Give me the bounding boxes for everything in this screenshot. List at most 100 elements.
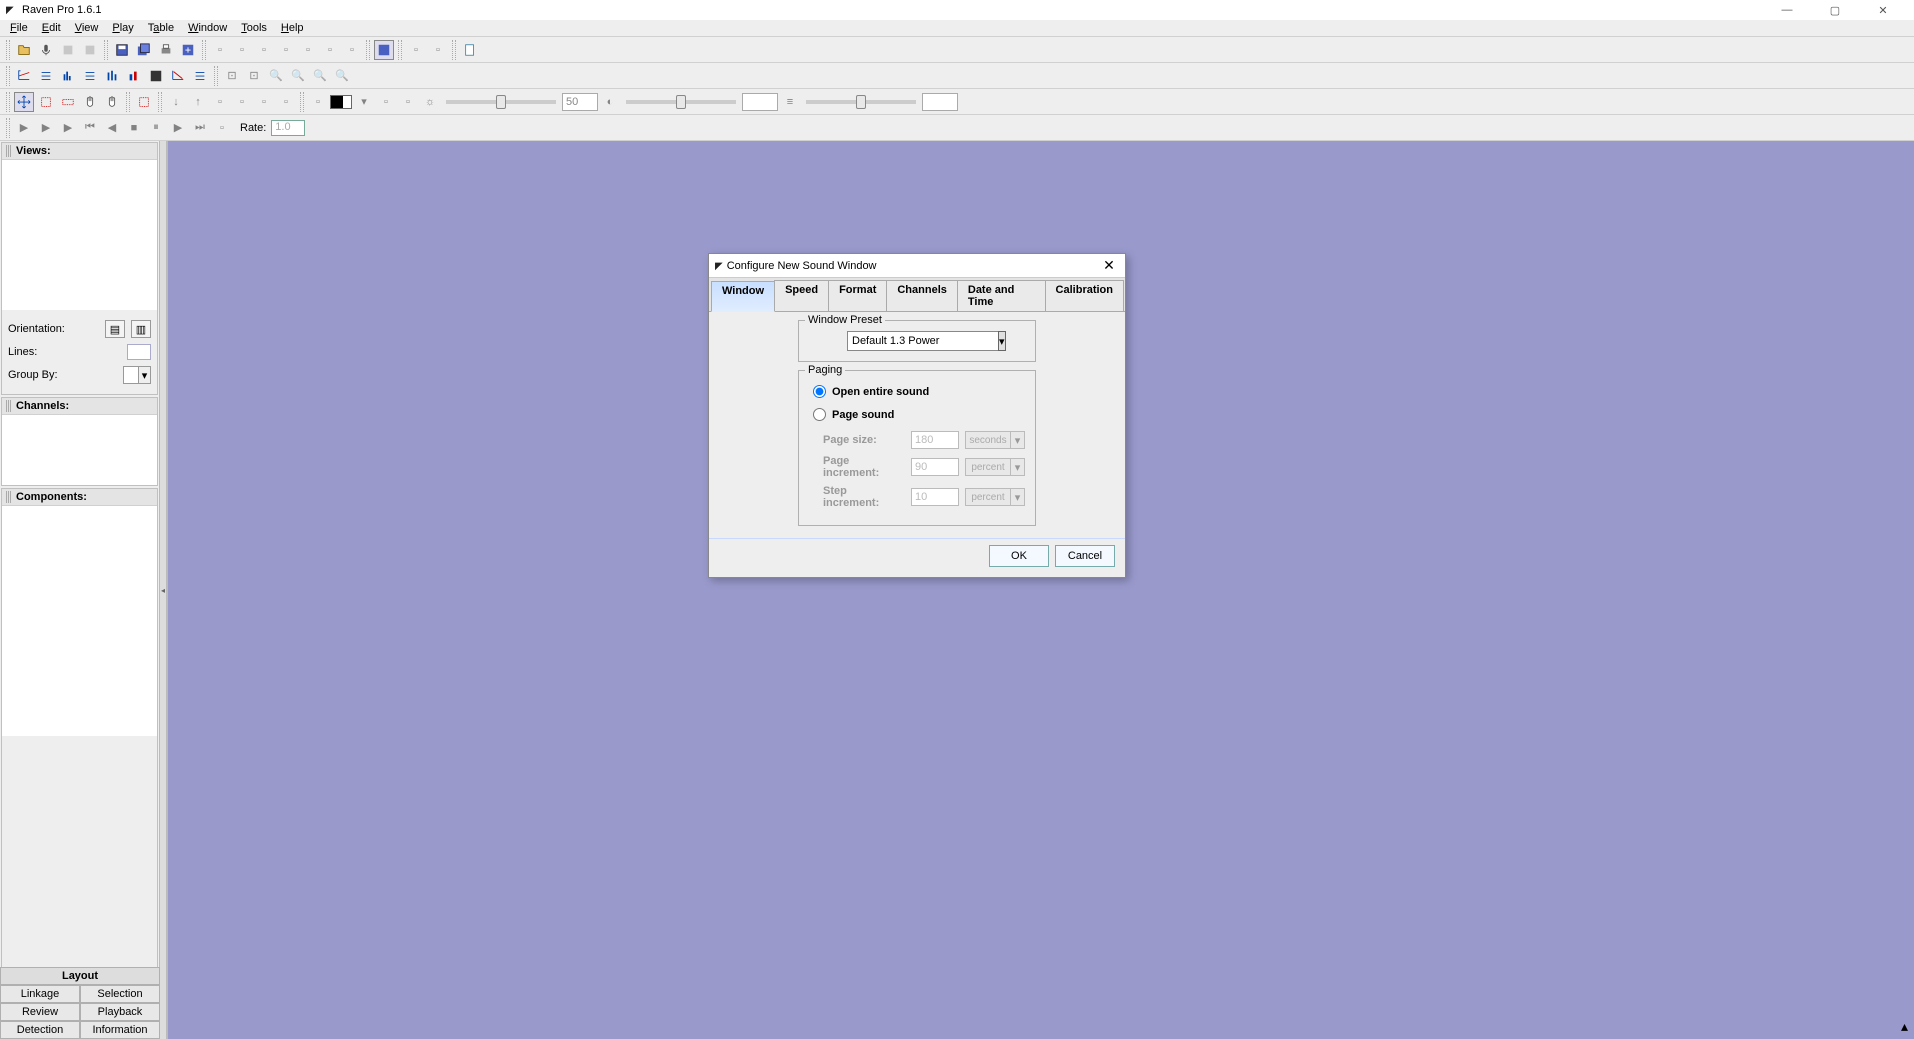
toolbar-3: ↓ ↑ ▫ ▫ ▫ ▫ ▫ ▾ ▫ ▫ ☼ 50 ◐ ≡ — [0, 89, 1914, 115]
menu-tools[interactable]: Tools — [235, 21, 273, 35]
save-button[interactable] — [112, 40, 132, 60]
window-preset-legend: Window Preset — [805, 314, 885, 326]
view-list-button[interactable] — [36, 66, 56, 86]
tab-linkage[interactable]: Linkage — [0, 985, 80, 1003]
raven-corner-icon: ▴ — [1901, 1018, 1908, 1035]
bottom-tabs: Layout Linkage Selection Review Playback… — [0, 967, 160, 1039]
minimize-button[interactable]: — — [1772, 4, 1802, 17]
dialog-tab-speed[interactable]: Speed — [774, 280, 829, 311]
menu-table[interactable]: Table — [142, 21, 180, 35]
window-preset-input[interactable] — [847, 331, 999, 351]
brightness-slider[interactable] — [446, 100, 556, 104]
page-incr-unit: percent▾ — [965, 458, 1025, 476]
slider-3[interactable] — [806, 100, 916, 104]
dialog-close-button[interactable]: ✕ — [1099, 257, 1119, 274]
tb2-4[interactable] — [80, 66, 100, 86]
groupby-combo[interactable]: ▾ — [123, 366, 151, 384]
tab-detection[interactable]: Detection — [0, 1021, 80, 1039]
tb3-d1: ↓ — [166, 92, 186, 112]
tb3-box[interactable] — [134, 92, 154, 112]
components-list[interactable] — [2, 506, 157, 736]
cursor-move-button[interactable] — [14, 92, 34, 112]
menu-edit[interactable]: Edit — [36, 21, 67, 35]
tb2-6[interactable] — [124, 66, 144, 86]
menu-view[interactable]: View — [69, 21, 105, 35]
grab-tool-button[interactable] — [102, 92, 122, 112]
dialog-tab-window[interactable]: Window — [711, 281, 775, 312]
dialog-tab-calibration[interactable]: Calibration — [1045, 280, 1124, 311]
tb2-8[interactable] — [168, 66, 188, 86]
slider3-value[interactable] — [922, 93, 958, 111]
record-button[interactable] — [36, 40, 56, 60]
menu-window[interactable]: Window — [182, 21, 233, 35]
menu-help[interactable]: Help — [275, 21, 310, 35]
open-entire-radio[interactable] — [813, 385, 826, 398]
step-incr-label: Step increment: — [823, 485, 905, 509]
dialog-icon — [715, 260, 723, 272]
view-waveform-button[interactable] — [14, 66, 34, 86]
tab-information[interactable]: Information — [80, 1021, 160, 1039]
view-spectrogram-button[interactable] — [58, 66, 78, 86]
tb3-d5: ▫ — [254, 92, 274, 112]
dialog-tab-datetime[interactable]: Date and Time — [957, 280, 1046, 311]
step-incr-input — [911, 488, 959, 506]
contrast-value[interactable] — [742, 93, 778, 111]
lines-label: Lines: — [8, 346, 121, 358]
save-all-button[interactable] — [134, 40, 154, 60]
tb2-zoom-5: 🔍 — [310, 66, 330, 86]
tb3-e3: ▫ — [376, 92, 396, 112]
paging-fieldset: Paging Open entire sound Page sound Page… — [798, 370, 1036, 526]
dialog-tab-format[interactable]: Format — [828, 280, 887, 311]
tb1-4 — [80, 40, 100, 60]
ok-button[interactable]: OK — [989, 545, 1049, 567]
orientation-vert-button[interactable]: ▥ — [131, 320, 151, 338]
menu-play[interactable]: Play — [106, 21, 139, 35]
tb2-5[interactable] — [102, 66, 122, 86]
tb3-3[interactable] — [58, 92, 78, 112]
views-list[interactable] — [2, 160, 157, 310]
open-file-button[interactable] — [14, 40, 34, 60]
step-incr-unit: percent▾ — [965, 488, 1025, 506]
play-sel-button: ▶ — [58, 118, 78, 138]
maximize-button[interactable]: ▢ — [1820, 4, 1850, 17]
tab-selection[interactable]: Selection — [80, 985, 160, 1003]
tb2-zoom-2: ⊡ — [244, 66, 264, 86]
new-page-button[interactable] — [460, 40, 480, 60]
tab-playback[interactable]: Playback — [80, 1003, 160, 1021]
tb3-d4: ▫ — [232, 92, 252, 112]
forward-button: ▶ — [168, 118, 188, 138]
brightness-value[interactable]: 50 — [562, 93, 598, 111]
lines-input[interactable] — [127, 344, 151, 360]
color-chip[interactable] — [330, 95, 352, 109]
tb2-zoom-1: ⊡ — [222, 66, 242, 86]
zoom-in-button: 🔍 — [266, 66, 286, 86]
app-title: Raven Pro 1.6.1 — [22, 4, 102, 16]
tb1-3 — [58, 40, 78, 60]
tb2-9[interactable] — [190, 66, 210, 86]
tb1-toggle[interactable] — [374, 40, 394, 60]
dialog-tab-channels[interactable]: Channels — [886, 280, 958, 311]
pause-button: ⏸ — [146, 118, 166, 138]
tb3-d2: ↑ — [188, 92, 208, 112]
tb3-d3: ▫ — [210, 92, 230, 112]
contrast-slider[interactable] — [626, 100, 736, 104]
close-button[interactable]: ✕ — [1868, 4, 1898, 17]
print-button[interactable] — [156, 40, 176, 60]
page-sound-radio[interactable] — [813, 408, 826, 421]
orientation-horiz-button[interactable]: ▤ — [105, 320, 125, 338]
configure-sound-dialog: Configure New Sound Window ✕ Window Spee… — [708, 253, 1126, 578]
cancel-button[interactable]: Cancel — [1055, 545, 1115, 567]
channels-label: Channels: — [16, 400, 69, 412]
window-preset-dropdown-button[interactable]: ▾ — [998, 331, 1006, 351]
tab-review[interactable]: Review — [0, 1003, 80, 1021]
menu-file[interactable]: File — [4, 21, 34, 35]
window-preset-combo[interactable]: ▾ — [847, 331, 987, 351]
tb2-7[interactable] — [146, 66, 166, 86]
hand-tool-button[interactable] — [80, 92, 100, 112]
tb1-g2-7: ▫ — [342, 40, 362, 60]
channels-list[interactable] — [2, 415, 157, 485]
tab-layout[interactable]: Layout — [0, 967, 160, 985]
cursor-select-button[interactable] — [36, 92, 56, 112]
export-button[interactable] — [178, 40, 198, 60]
rate-input[interactable]: 1.0 — [271, 120, 305, 136]
